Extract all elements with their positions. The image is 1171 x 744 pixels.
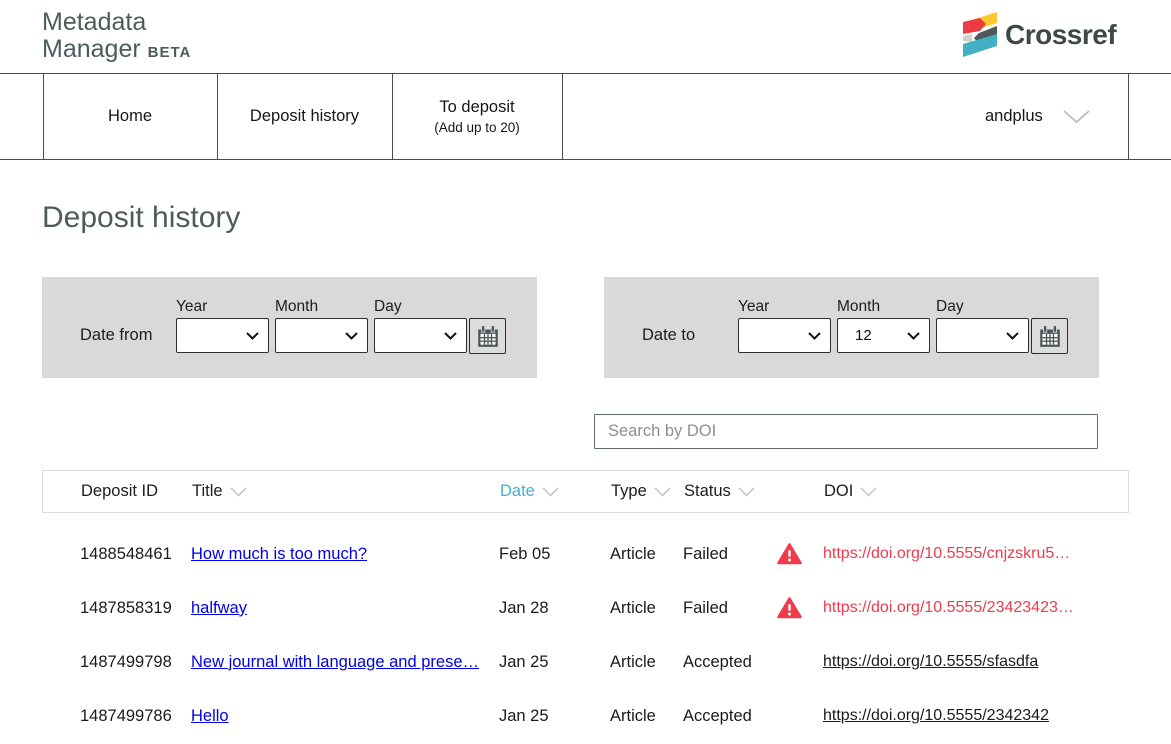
- column-header-doi[interactable]: DOI: [824, 471, 877, 512]
- column-header-status[interactable]: Status: [684, 471, 755, 512]
- nav-item-to-deposit[interactable]: To deposit (Add up to 20): [392, 74, 562, 159]
- type-value: Article: [610, 527, 656, 581]
- page-title: Deposit history: [42, 201, 240, 235]
- status-value: Failed: [683, 581, 728, 635]
- doi-link[interactable]: https://doi.org/10.5555/2342342: [823, 707, 1049, 725]
- day-label: Day: [936, 298, 964, 316]
- date-to-panel: Date to Year Month Day 12: [604, 277, 1099, 378]
- type-value: Article: [610, 581, 656, 635]
- chevron-down-icon: [860, 487, 877, 497]
- title-link[interactable]: Hello: [191, 707, 229, 726]
- doi-link[interactable]: https://doi.org/10.5555/cnjzskru5…: [823, 545, 1070, 563]
- column-header-date[interactable]: Date: [500, 471, 559, 512]
- top-bar: Metadata ManagerBETA Crossref: [0, 0, 1171, 73]
- year-label: Year: [738, 298, 769, 316]
- table-row: 1487499786 Hello Jan 25 Article Accepted…: [42, 689, 1129, 743]
- chevron-down-icon: [1063, 110, 1090, 124]
- crossref-logo: Crossref: [963, 11, 1116, 58]
- status-value: Failed: [683, 527, 728, 581]
- date-value: Jan 28: [499, 581, 549, 635]
- search-input[interactable]: [594, 414, 1098, 449]
- deposit-id: 1487499798: [80, 635, 172, 689]
- to-deposit-sublabel: (Add up to 20): [434, 120, 520, 135]
- crossref-logo-icon: [963, 11, 997, 58]
- date-value: Jan 25: [499, 689, 549, 743]
- date-to-month-select[interactable]: 12: [837, 318, 930, 353]
- title-link[interactable]: How much is too much?: [191, 545, 367, 564]
- chevron-down-icon: [542, 487, 559, 497]
- calendar-icon: [1037, 323, 1063, 349]
- deposit-id: 1488548461: [80, 527, 172, 581]
- date-from-calendar-button[interactable]: [469, 318, 506, 354]
- date-to-calendar-button[interactable]: [1031, 318, 1068, 354]
- beta-badge: BETA: [148, 44, 192, 61]
- warning-icon[interactable]: [777, 581, 802, 635]
- year-label: Year: [176, 298, 207, 316]
- column-header-title[interactable]: Title: [192, 471, 247, 512]
- title-link[interactable]: halfway: [191, 599, 247, 618]
- deposit-id: 1487858319: [80, 581, 172, 635]
- table-row: 1488548461 How much is too much? Feb 05 …: [42, 527, 1129, 581]
- date-from-panel: Date from Year Month Day: [42, 277, 537, 378]
- type-value: Article: [610, 635, 656, 689]
- nav-divider: [1128, 74, 1129, 159]
- date-from-month-select[interactable]: [275, 318, 368, 353]
- date-value: Feb 05: [499, 527, 550, 581]
- date-value: Jan 25: [499, 635, 549, 689]
- title-link[interactable]: New journal with language and prese…: [191, 653, 479, 672]
- column-header-deposit-id: Deposit ID: [81, 471, 158, 512]
- month-label: Month: [275, 298, 318, 316]
- date-to-label: Date to: [642, 326, 695, 345]
- chevron-down-icon: [654, 487, 671, 497]
- warning-icon[interactable]: [777, 527, 802, 581]
- doi-link[interactable]: https://doi.org/10.5555/23423423…: [823, 599, 1074, 617]
- logo-line1: Metadata: [42, 9, 191, 36]
- nav-item-deposit-history[interactable]: Deposit history: [217, 74, 392, 159]
- deposit-id: 1487499786: [80, 689, 172, 743]
- logo-line2: ManagerBETA: [42, 36, 191, 66]
- main-nav: Home Deposit history To deposit (Add up …: [0, 73, 1171, 160]
- doi-link[interactable]: https://doi.org/10.5555/sfasdfa: [823, 653, 1038, 671]
- month-label: Month: [837, 298, 880, 316]
- day-label: Day: [374, 298, 402, 316]
- status-value: Accepted: [683, 635, 752, 689]
- calendar-icon: [475, 323, 501, 349]
- nav-divider: [562, 74, 563, 159]
- nav-item-home[interactable]: Home: [43, 74, 217, 159]
- status-value: Accepted: [683, 689, 752, 743]
- user-menu-label: andplus: [985, 107, 1043, 126]
- type-value: Article: [610, 689, 656, 743]
- date-from-label: Date from: [80, 326, 152, 345]
- date-to-year-select[interactable]: [738, 318, 831, 353]
- date-from-year-select[interactable]: [176, 318, 269, 353]
- chevron-down-icon: [738, 487, 755, 497]
- crossref-wordmark: Crossref: [1005, 19, 1116, 51]
- table-row: 1487499798 New journal with language and…: [42, 635, 1129, 689]
- table-row: 1487858319 halfway Jan 28 Article Failed…: [42, 581, 1129, 635]
- app-logo: Metadata ManagerBETA: [42, 9, 191, 66]
- table-header: Deposit ID Title Date Type Status DOI: [42, 470, 1129, 513]
- column-header-type[interactable]: Type: [611, 471, 671, 512]
- user-menu[interactable]: andplus: [985, 74, 1090, 159]
- date-to-day-select[interactable]: [936, 318, 1029, 353]
- chevron-down-icon: [230, 487, 247, 497]
- date-from-day-select[interactable]: [374, 318, 467, 353]
